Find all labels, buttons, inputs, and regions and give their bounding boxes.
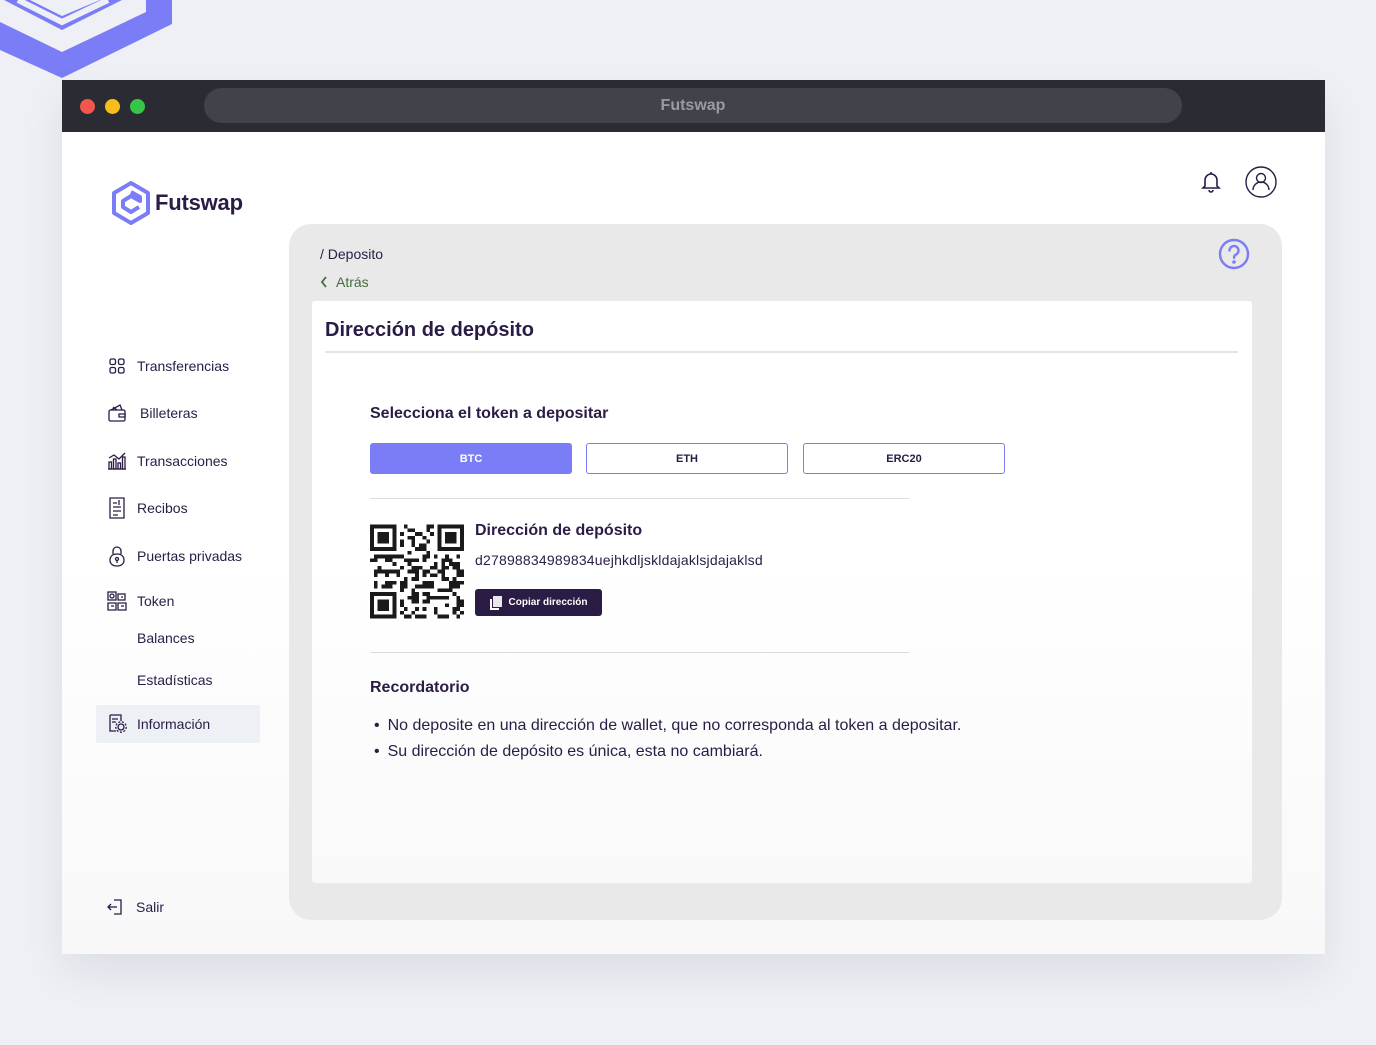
card-title: Dirección de depósito (325, 319, 534, 341)
sidebar-item-label: Estadísticas (137, 672, 213, 688)
address-bar[interactable]: Futswap (204, 88, 1182, 123)
token-eth-button[interactable]: ETH (586, 443, 788, 474)
bullet-icon: • (374, 717, 380, 734)
reminder-title: Recordatorio (370, 679, 470, 696)
sidebar-subitem-balances[interactable]: Balances (96, 619, 260, 657)
bell-icon[interactable] (1201, 171, 1221, 193)
sidebar-item-label: Información (137, 716, 211, 732)
logout-button[interactable]: Salir (106, 898, 164, 916)
decorative-logo-fragment (0, 0, 172, 78)
qr-code (370, 524, 464, 619)
deposit-card: Dirección de depósito Selecciona el toke… (312, 301, 1252, 883)
list-item: • Su dirección de depósito es única, esta… (374, 739, 961, 765)
divider (325, 351, 1238, 353)
chevron-left-icon (320, 276, 327, 288)
copy-address-button[interactable]: Copiar dirección (475, 589, 602, 616)
sidebar-item-label: Balances (137, 630, 195, 646)
sidebar-item-label: Transferencias (137, 358, 230, 374)
sidebar-item-transferencias[interactable]: Transferencias (96, 347, 260, 385)
chart-icon (106, 450, 128, 472)
header-actions (1201, 166, 1277, 198)
divider (370, 498, 909, 499)
sidebar-item-label: Transacciones (137, 453, 228, 469)
breadcrumb: / Deposito (320, 246, 384, 262)
sidebar-item-label: Recibos (137, 500, 188, 516)
help-icon[interactable] (1218, 238, 1250, 275)
sidebar-item-label: Token (137, 593, 175, 609)
token-btc-button[interactable]: BTC (370, 443, 572, 474)
sidebar-subitem-estadisticas[interactable]: Estadísticas (96, 661, 260, 699)
wallet-icon (106, 402, 128, 424)
back-label: Atrás (336, 274, 369, 290)
sidebar-item-label: Puertas privadas (137, 548, 243, 564)
brand-logo[interactable]: Futswap (110, 180, 243, 226)
reminder-list: • No deposite en una dirección de wallet,… (374, 713, 961, 765)
reminder-text: No deposite en una dirección de wallet, … (387, 717, 962, 734)
deposit-address-value[interactable]: d27898834989834uejhkdljskldajaklsjdajakl… (475, 552, 763, 568)
bullet-icon: • (374, 743, 380, 760)
token-icon (106, 590, 128, 612)
futswap-logo-icon (112, 181, 150, 225)
copy-address-label: Copiar dirección (508, 597, 588, 608)
sidebar-item-puertas-privadas[interactable]: Puertas privadas (96, 537, 260, 575)
title-bar: Futswap (62, 80, 1325, 132)
grid-icon (106, 355, 128, 377)
app-window: Futswap Futswap Transferencias Billetera… (62, 80, 1325, 954)
token-erc20-button[interactable]: ERC20 (803, 443, 1005, 474)
logout-label: Salir (136, 899, 165, 915)
sidebar-item-label: Billeteras (140, 405, 198, 421)
receipt-icon (106, 497, 128, 519)
sidebar-item-billeteras[interactable]: Billeteras (96, 394, 260, 432)
list-item: • No deposite en una dirección de wallet,… (374, 713, 961, 739)
minimize-window-button[interactable] (105, 99, 120, 114)
sidebar-item-token[interactable]: Token (96, 582, 260, 620)
info-settings-icon (106, 713, 128, 735)
reminder-text: Su dirección de depósito es única, esta … (387, 743, 763, 760)
lock-icon (106, 545, 128, 567)
close-window-button[interactable] (80, 99, 95, 114)
copy-icon (489, 595, 502, 610)
divider (370, 652, 909, 653)
brand-name: Futswap (155, 190, 243, 215)
main-panel: / Deposito Atrás Dirección de depósito S… (289, 224, 1282, 920)
sidebar-item-informacion[interactable]: Información (96, 705, 260, 743)
maximize-window-button[interactable] (130, 99, 145, 114)
logout-icon (107, 899, 122, 915)
sidebar-item-transacciones[interactable]: Transacciones (96, 442, 260, 480)
token-select-label: Selecciona el token a depositar (370, 405, 609, 422)
user-icon[interactable] (1245, 166, 1277, 198)
back-link[interactable]: Atrás (320, 274, 369, 290)
sidebar-item-recibos[interactable]: Recibos (96, 489, 260, 527)
deposit-address-title: Dirección de depósito (475, 522, 643, 539)
